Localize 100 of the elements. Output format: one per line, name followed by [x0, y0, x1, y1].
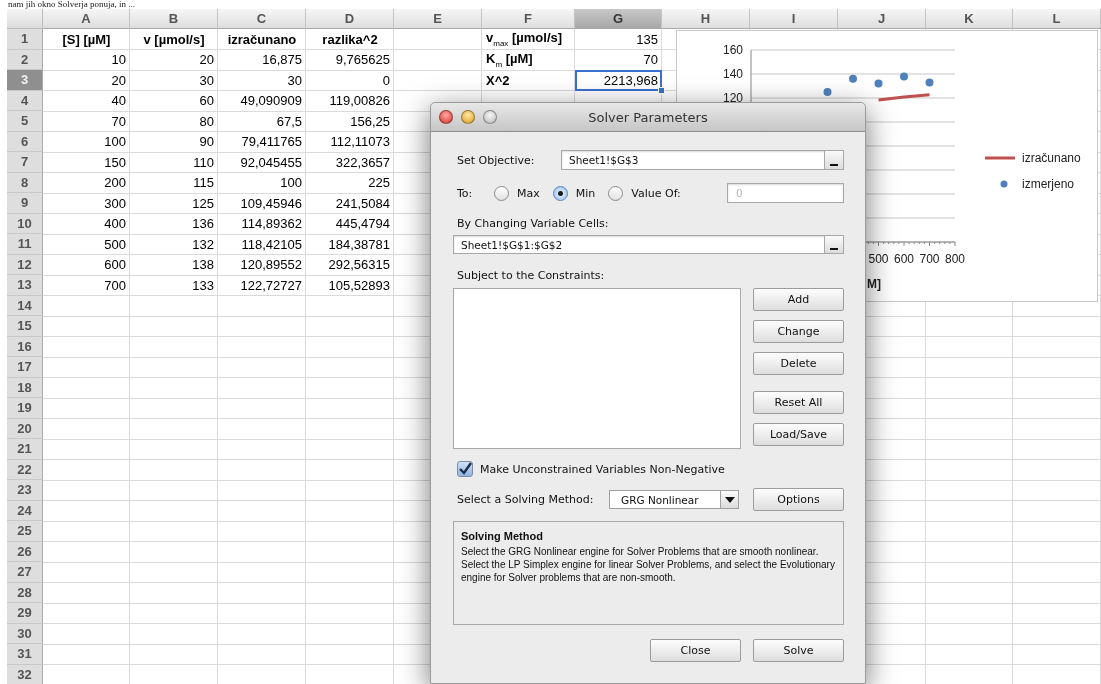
row-header[interactable]: 28 [7, 582, 43, 603]
radio-button[interactable] [608, 185, 624, 201]
column-header[interactable]: L [1013, 9, 1101, 29]
row-header[interactable]: 21 [7, 439, 43, 460]
row-header[interactable]: 25 [7, 521, 43, 542]
table-cell: 80 [199, 113, 214, 129]
row-header[interactable]: 30 [7, 623, 43, 644]
column-header[interactable]: B [130, 9, 218, 29]
row-header[interactable]: 7 [7, 152, 43, 173]
column-header[interactable]: D [306, 9, 394, 29]
constraint-button[interactable]: Load/Save [753, 423, 844, 446]
table-cell: 112,11073 [330, 134, 390, 150]
table-cell: 105,52893 [328, 277, 390, 293]
row-header[interactable]: 24 [7, 500, 43, 521]
table-cell: 70 [643, 52, 658, 68]
dialog-button[interactable]: Solve [753, 639, 844, 662]
table-cell: 30 [199, 72, 214, 88]
range-picker-button[interactable] [824, 236, 843, 253]
row-header[interactable]: 31 [7, 644, 43, 665]
row-header[interactable]: 3 [7, 70, 43, 91]
axis-tick-label: 800 [945, 252, 965, 266]
column-header[interactable]: G [575, 9, 662, 29]
table-cell: 30 [287, 72, 302, 88]
table-cell: 150 [104, 154, 126, 170]
table-cell: 125 [192, 195, 214, 211]
table-cell: 322,3657 [335, 154, 390, 170]
column-header[interactable]: I [750, 9, 838, 29]
row-header[interactable]: 23 [7, 480, 43, 501]
row-header[interactable]: 4 [7, 90, 43, 111]
radio-label[interactable]: Value Of: [631, 186, 681, 200]
row-header[interactable]: 10 [7, 213, 43, 234]
row-header[interactable]: 14 [7, 295, 43, 316]
constraint-button[interactable]: Reset All [753, 391, 844, 414]
row-header[interactable]: 6 [7, 131, 43, 152]
legend-label: izračunano [1022, 151, 1081, 165]
radio-button[interactable] [494, 185, 509, 201]
minimize-button[interactable] [461, 110, 475, 124]
row-header[interactable]: 32 [7, 664, 43, 684]
table-cell: 2213,968 [603, 72, 658, 88]
table-cell: 70 [111, 113, 126, 129]
radio-label[interactable]: Max [517, 186, 540, 200]
row-header[interactable]: 22 [7, 459, 43, 480]
field-label: Set Objective: [456, 153, 536, 167]
close-button[interactable] [439, 110, 453, 124]
table-cell: X^2 [486, 72, 510, 88]
column-header[interactable]: F [482, 9, 575, 29]
table-cell: 445,4794 [335, 216, 390, 232]
table-cell: 9,765625 [335, 52, 390, 68]
column-header[interactable]: A [43, 9, 130, 29]
checkbox-label[interactable]: Make Unconstrained Variables Non-Negative [480, 462, 725, 476]
row-header[interactable]: 20 [7, 418, 43, 439]
options-button[interactable]: Options [753, 488, 844, 511]
constraint-button[interactable]: Delete [753, 352, 844, 375]
reference-field[interactable]: Sheet1!$G$3 [561, 150, 844, 170]
table-cell: 132 [192, 236, 214, 252]
row-header[interactable]: 8 [7, 172, 43, 193]
column-header[interactable]: E [394, 9, 482, 29]
row-header[interactable]: 5 [7, 111, 43, 132]
row-header[interactable]: 18 [7, 377, 43, 398]
table-cell: izračunano [227, 31, 297, 47]
dialog-button[interactable]: Close [650, 639, 741, 662]
table-cell: 700 [104, 277, 126, 293]
row-header[interactable]: 17 [7, 357, 43, 378]
row-header[interactable]: 29 [7, 603, 43, 624]
row-header[interactable]: 16 [7, 336, 43, 357]
radio-button[interactable] [552, 185, 568, 201]
row-header[interactable]: 12 [7, 254, 43, 275]
radio-label[interactable]: Min [575, 186, 596, 200]
row-header[interactable]: 27 [7, 562, 43, 583]
column-header[interactable]: H [662, 9, 750, 29]
row-header[interactable]: 15 [7, 316, 43, 337]
table-cell: 20 [111, 72, 126, 88]
table-cell: 10 [111, 52, 126, 68]
constraint-button[interactable]: Add [753, 288, 844, 311]
table-cell: 79,411765 [241, 134, 302, 150]
table-cell: 138 [192, 257, 214, 273]
row-header[interactable]: 19 [7, 398, 43, 419]
table-cell: 156,25 [350, 113, 390, 129]
row-header[interactable]: 2 [7, 49, 43, 70]
table-cell: 136 [192, 216, 214, 232]
table-cell: 49,090909 [240, 93, 302, 109]
range-picker-button[interactable] [824, 151, 843, 169]
axis-tick-label: 500 [868, 252, 889, 266]
row-header[interactable]: 1 [7, 29, 43, 50]
column-header[interactable]: J [838, 9, 926, 29]
reference-field[interactable]: Sheet1!$G$1:$G$2 [453, 235, 844, 254]
checkbox[interactable] [457, 461, 473, 477]
column-header[interactable]: C [218, 9, 306, 29]
column-header[interactable]: K [926, 9, 1013, 29]
fill-handle[interactable] [658, 86, 665, 94]
constraint-button[interactable]: Change [753, 320, 844, 343]
table-cell: 109,45946 [240, 195, 302, 211]
zoom-button[interactable] [483, 110, 497, 124]
row-header[interactable]: 26 [7, 541, 43, 562]
row-header[interactable]: 11 [7, 234, 43, 255]
row-header[interactable]: 9 [7, 193, 43, 214]
method-dropdown[interactable]: GRG Nonlinear [609, 490, 739, 509]
table-cell: razlika^2 [322, 31, 378, 47]
table-cell: 122,72727 [240, 277, 302, 293]
row-header[interactable]: 13 [7, 275, 43, 296]
